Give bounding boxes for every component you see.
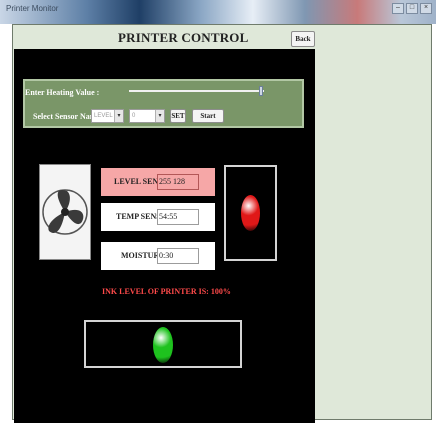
start-button[interactable]: Start xyxy=(192,109,224,123)
status-led-icon xyxy=(153,327,173,363)
minimize-button[interactable]: – xyxy=(392,3,404,14)
sensor-name-select-value: LEVEL xyxy=(94,113,113,119)
page-title: PRINTER CONTROL xyxy=(118,30,249,45)
status-indicator-panel xyxy=(84,320,242,368)
close-button[interactable]: × xyxy=(420,3,432,14)
alarm-indicator-panel xyxy=(224,165,277,261)
window-title-bar: Printer Monitor – □ × xyxy=(0,0,436,24)
sensor-value-select[interactable]: 0 ▾ xyxy=(129,109,165,123)
temp-sensor-box: TEMP SENSOR 54:55 xyxy=(101,203,215,231)
sensor-name-select[interactable]: LEVEL ▾ xyxy=(91,109,124,123)
sensor-name-label: Select Sensor Name xyxy=(33,112,100,121)
moisture-value[interactable]: 0:30 xyxy=(157,248,199,264)
set-button[interactable]: SET xyxy=(170,109,186,123)
back-button[interactable]: Back xyxy=(291,31,315,47)
fan-icon xyxy=(39,164,91,260)
moisture-box: MOISTURE 0:30 xyxy=(101,242,215,270)
level-sensor-value[interactable]: 255 128 xyxy=(157,174,199,190)
alarm-led-icon xyxy=(241,195,260,231)
heating-slider-thumb[interactable] xyxy=(259,86,264,96)
sensor-value-select-value: 0 xyxy=(132,113,136,119)
window-title: Printer Monitor xyxy=(6,4,59,13)
heating-slider[interactable] xyxy=(129,90,264,92)
heating-label: Enter Heating Value : xyxy=(25,88,100,97)
temp-sensor-value[interactable]: 54:55 xyxy=(157,209,199,225)
level-sensor-box: LEVEL SENSOR 255 128 xyxy=(101,168,215,196)
chevron-down-icon: ▾ xyxy=(114,110,123,122)
window-controls: – □ × xyxy=(392,3,432,14)
chevron-down-icon: ▾ xyxy=(155,110,164,122)
right-panel xyxy=(316,25,431,419)
ink-level-text: INK LEVEL OF PRINTER IS: 100% xyxy=(102,287,231,296)
maximize-button[interactable]: □ xyxy=(406,3,418,14)
